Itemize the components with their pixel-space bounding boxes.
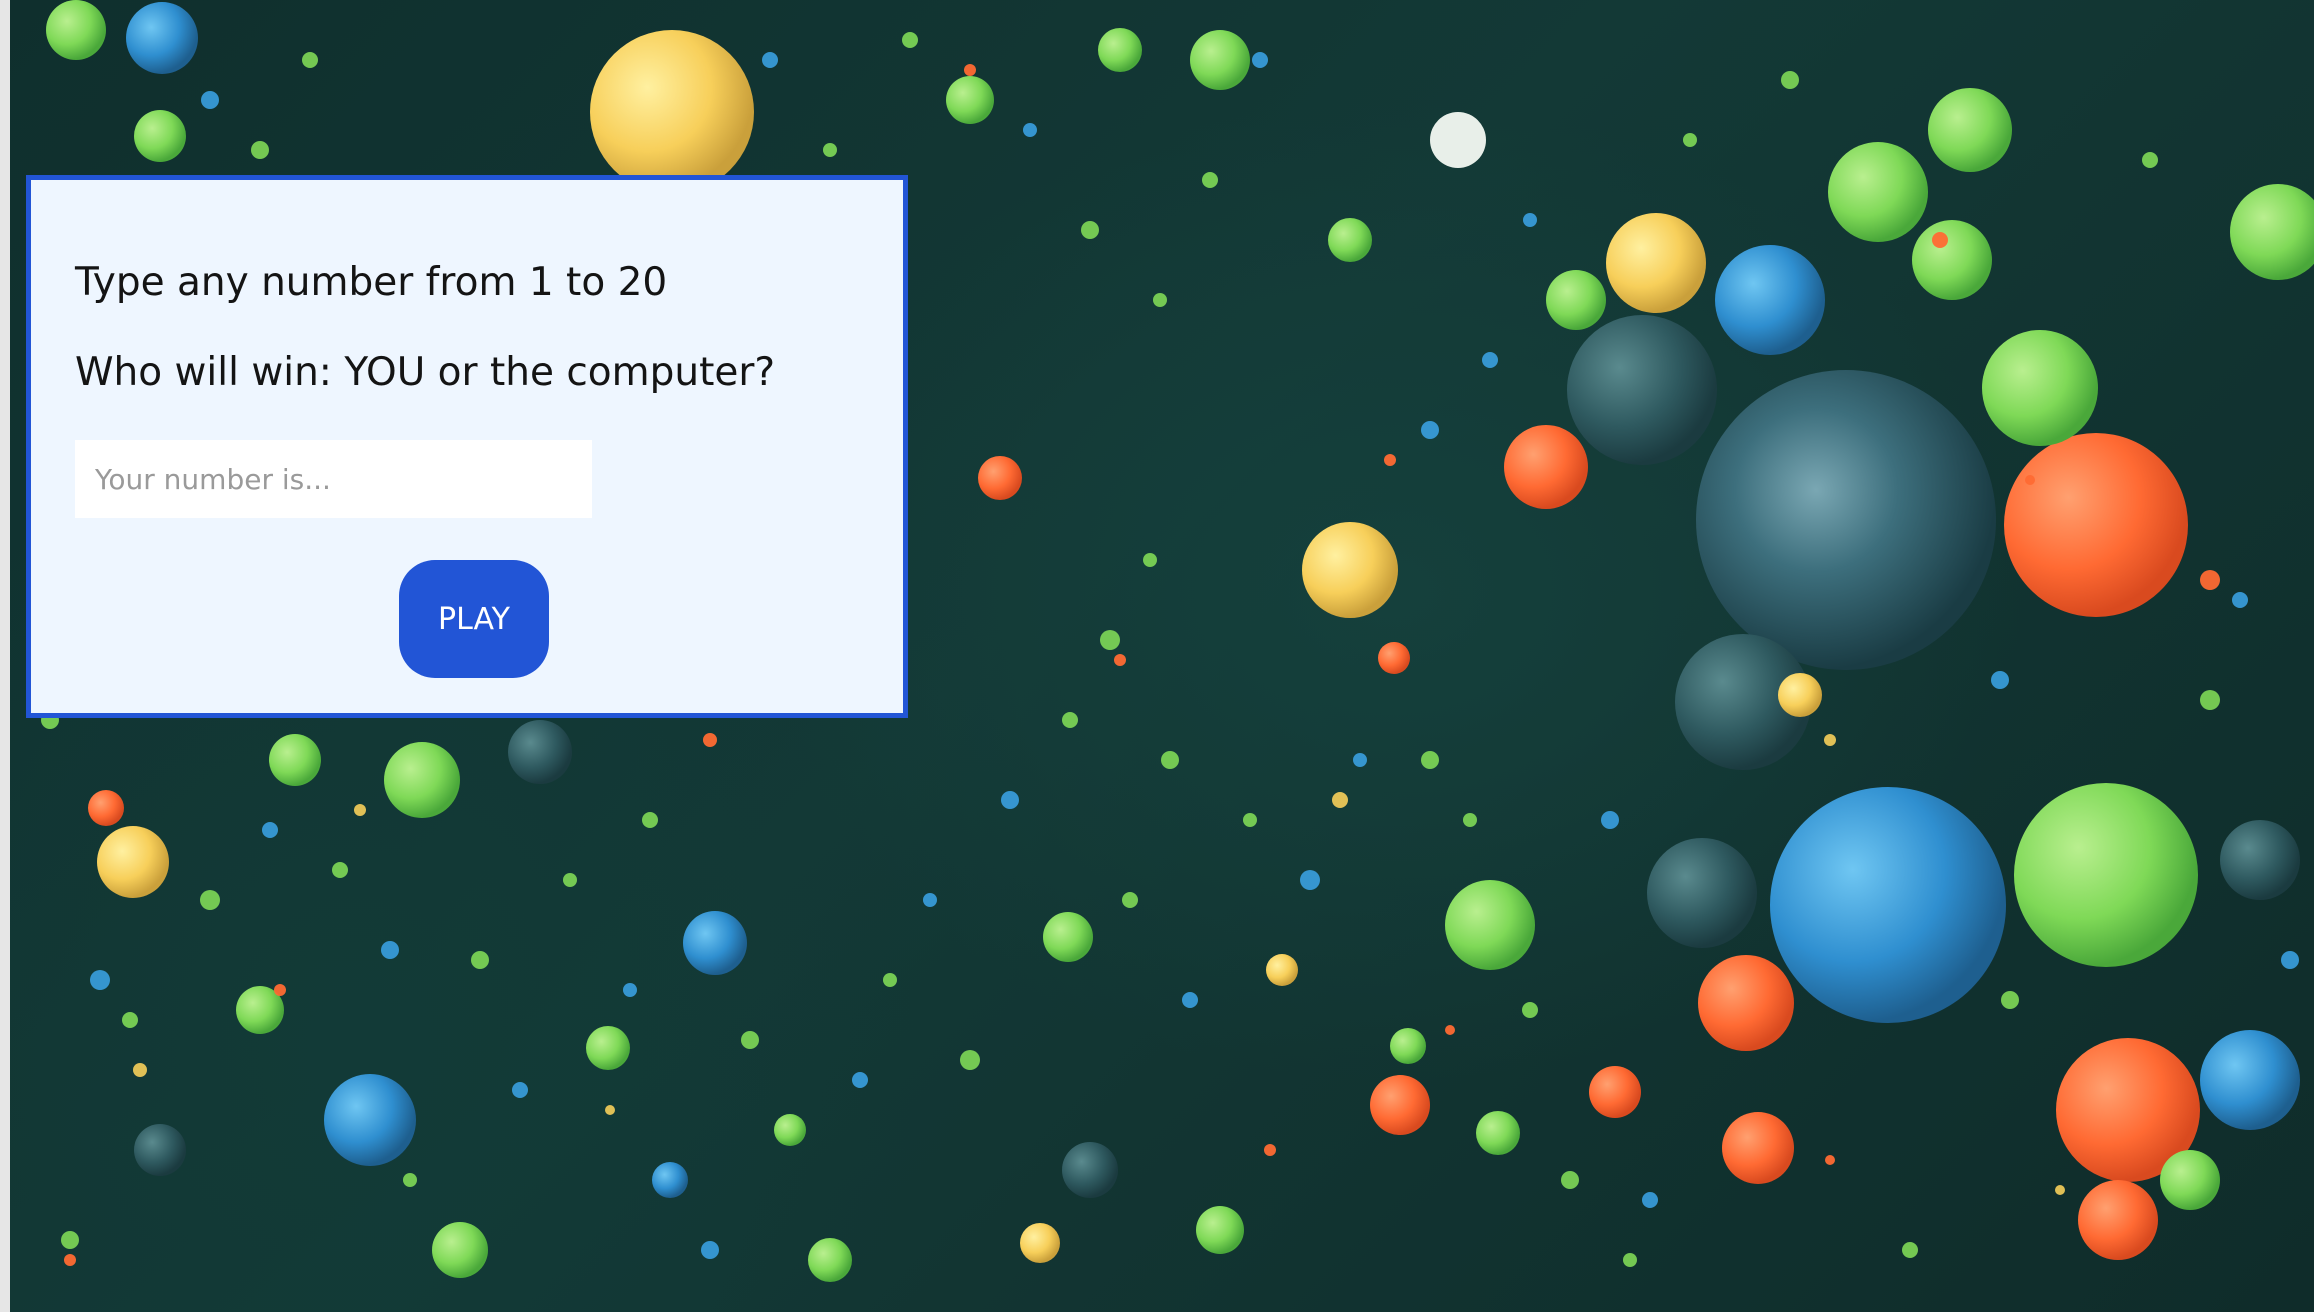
question-text: Who will win: YOU or the computer? — [75, 350, 776, 395]
instruction-text: Type any number from 1 to 20 — [75, 260, 668, 305]
window-left-edge — [0, 0, 10, 1312]
play-button[interactable]: PLAY — [399, 560, 549, 678]
game-card: Type any number from 1 to 20 Who will wi… — [26, 175, 908, 718]
number-input[interactable] — [75, 440, 592, 518]
